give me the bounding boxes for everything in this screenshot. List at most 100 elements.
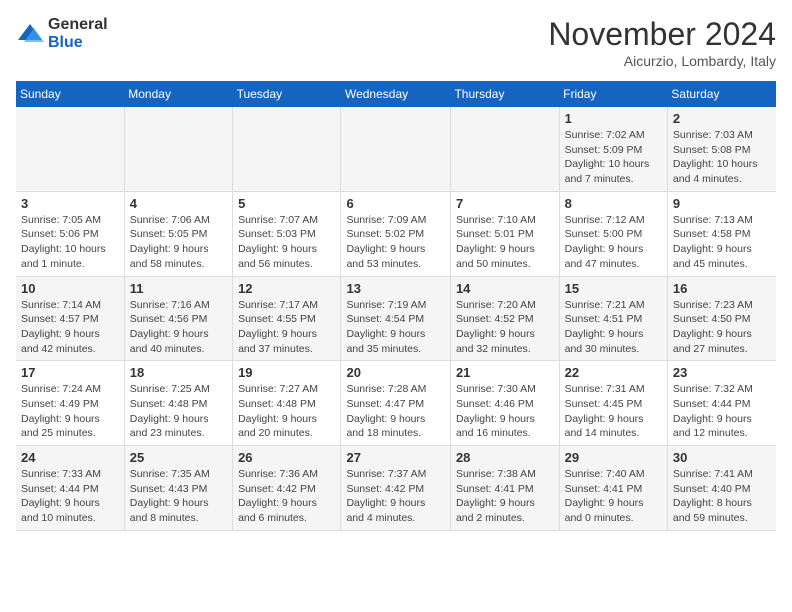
calendar-cell: 5 Sunrise: 7:07 AM Sunset: 5:03 PM Daylig… — [233, 191, 341, 276]
day-info: Sunrise: 7:17 AM Sunset: 4:55 PM Dayligh… — [238, 298, 335, 357]
calendar-cell: 18 Sunrise: 7:25 AM Sunset: 4:48 PM Dayli… — [124, 361, 232, 446]
day-info: Sunrise: 7:06 AM Sunset: 5:05 PM Dayligh… — [130, 213, 227, 272]
calendar-cell: 25Sunrise: 7:35 AM Sunset: 4:43 PM Dayli… — [124, 446, 232, 531]
weekday-header-monday: Monday — [124, 81, 232, 107]
day-info: Sunrise: 7:30 AM Sunset: 4:46 PM Dayligh… — [456, 382, 554, 441]
location: Aicurzio, Lombardy, Italy — [548, 53, 776, 69]
calendar-cell: 3 Sunrise: 7:05 AM Sunset: 5:06 PM Daylig… — [16, 191, 124, 276]
day-number: 21 — [456, 365, 554, 380]
logo-icon — [16, 20, 44, 48]
calendar-cell: 4Sunrise: 7:06 AM Sunset: 5:05 PM Daylig… — [124, 191, 232, 276]
weekday-header-friday: Friday — [559, 81, 667, 107]
calendar-cell: 23Sunrise: 7:32 AM Sunset: 4:44 PM Dayli… — [667, 361, 776, 446]
day-info: Sunrise: 7:20 AM Sunset: 4:52 PM Dayligh… — [456, 298, 554, 357]
day-number: 13 — [346, 281, 444, 296]
day-number: 26 — [238, 450, 335, 465]
day-info: Sunrise: 7:02 AM Sunset: 5:09 PM Dayligh… — [565, 128, 662, 187]
logo: General Blue — [16, 16, 108, 51]
logo-blue-text: Blue — [48, 34, 108, 52]
weekday-header-wednesday: Wednesday — [341, 81, 450, 107]
calendar-cell: 10 Sunrise: 7:14 AM Sunset: 4:57 PM Dayli… — [16, 276, 124, 361]
calendar-cell: 20 Sunrise: 7:28 AM Sunset: 4:47 PM Dayli… — [341, 361, 450, 446]
calendar-cell: 9 Sunrise: 7:13 AM Sunset: 4:58 PM Daylig… — [667, 191, 776, 276]
day-number: 30 — [673, 450, 771, 465]
day-info: Sunrise: 7:25 AM Sunset: 4:48 PM Dayligh… — [130, 382, 227, 441]
calendar-week-3: 17Sunrise: 7:24 AM Sunset: 4:49 PM Dayli… — [16, 361, 776, 446]
day-number: 10 — [21, 281, 119, 296]
day-info: Sunrise: 7:09 AM Sunset: 5:02 PM Dayligh… — [346, 213, 444, 272]
day-info: Sunrise: 7:23 AM Sunset: 4:50 PM Dayligh… — [673, 298, 771, 357]
day-number: 14 — [456, 281, 554, 296]
day-info: Sunrise: 7:05 AM Sunset: 5:06 PM Dayligh… — [21, 213, 119, 272]
day-number: 29 — [565, 450, 662, 465]
day-number: 9 — [673, 196, 771, 211]
calendar-cell: 27 Sunrise: 7:37 AM Sunset: 4:42 PM Dayli… — [341, 446, 450, 531]
calendar-cell: 2 Sunrise: 7:03 AM Sunset: 5:08 PM Daylig… — [667, 107, 776, 191]
calendar-cell: 7 Sunrise: 7:10 AM Sunset: 5:01 PM Daylig… — [450, 191, 559, 276]
day-info: Sunrise: 7:37 AM Sunset: 4:42 PM Dayligh… — [346, 467, 444, 526]
day-number: 8 — [565, 196, 662, 211]
day-info: Sunrise: 7:13 AM Sunset: 4:58 PM Dayligh… — [673, 213, 771, 272]
calendar-cell: 14 Sunrise: 7:20 AM Sunset: 4:52 PM Dayli… — [450, 276, 559, 361]
calendar-cell: 29 Sunrise: 7:40 AM Sunset: 4:41 PM Dayli… — [559, 446, 667, 531]
weekday-header-thursday: Thursday — [450, 81, 559, 107]
calendar-table: SundayMondayTuesdayWednesdayThursdayFrid… — [16, 81, 776, 531]
day-number: 24 — [21, 450, 119, 465]
calendar-week-2: 10 Sunrise: 7:14 AM Sunset: 4:57 PM Dayli… — [16, 276, 776, 361]
day-number: 15 — [565, 281, 662, 296]
day-number: 28 — [456, 450, 554, 465]
day-info: Sunrise: 7:35 AM Sunset: 4:43 PM Dayligh… — [130, 467, 227, 526]
day-info: Sunrise: 7:33 AM Sunset: 4:44 PM Dayligh… — [21, 467, 119, 526]
calendar-cell — [450, 107, 559, 191]
calendar-cell: 8 Sunrise: 7:12 AM Sunset: 5:00 PM Daylig… — [559, 191, 667, 276]
calendar-cell: 21 Sunrise: 7:30 AM Sunset: 4:46 PM Dayli… — [450, 361, 559, 446]
day-info: Sunrise: 7:41 AM Sunset: 4:40 PM Dayligh… — [673, 467, 771, 526]
day-number: 12 — [238, 281, 335, 296]
calendar-cell — [233, 107, 341, 191]
day-info: Sunrise: 7:38 AM Sunset: 4:41 PM Dayligh… — [456, 467, 554, 526]
day-info: Sunrise: 7:03 AM Sunset: 5:08 PM Dayligh… — [673, 128, 771, 187]
day-number: 2 — [673, 111, 771, 126]
day-info: Sunrise: 7:12 AM Sunset: 5:00 PM Dayligh… — [565, 213, 662, 272]
day-info: Sunrise: 7:36 AM Sunset: 4:42 PM Dayligh… — [238, 467, 335, 526]
calendar-cell: 26 Sunrise: 7:36 AM Sunset: 4:42 PM Dayli… — [233, 446, 341, 531]
page-header: General Blue November 2024 Aicurzio, Lom… — [16, 16, 776, 69]
calendar-cell: 11Sunrise: 7:16 AM Sunset: 4:56 PM Dayli… — [124, 276, 232, 361]
calendar-cell — [124, 107, 232, 191]
day-info: Sunrise: 7:16 AM Sunset: 4:56 PM Dayligh… — [130, 298, 227, 357]
day-info: Sunrise: 7:28 AM Sunset: 4:47 PM Dayligh… — [346, 382, 444, 441]
day-info: Sunrise: 7:31 AM Sunset: 4:45 PM Dayligh… — [565, 382, 662, 441]
day-info: Sunrise: 7:27 AM Sunset: 4:48 PM Dayligh… — [238, 382, 335, 441]
day-number: 22 — [565, 365, 662, 380]
day-number: 6 — [346, 196, 444, 211]
day-info: Sunrise: 7:32 AM Sunset: 4:44 PM Dayligh… — [673, 382, 771, 441]
calendar-cell: 28 Sunrise: 7:38 AM Sunset: 4:41 PM Dayli… — [450, 446, 559, 531]
day-number: 20 — [346, 365, 444, 380]
day-info: Sunrise: 7:40 AM Sunset: 4:41 PM Dayligh… — [565, 467, 662, 526]
calendar-cell: 15 Sunrise: 7:21 AM Sunset: 4:51 PM Dayli… — [559, 276, 667, 361]
calendar-cell: 16 Sunrise: 7:23 AM Sunset: 4:50 PM Dayli… — [667, 276, 776, 361]
day-info: Sunrise: 7:14 AM Sunset: 4:57 PM Dayligh… — [21, 298, 119, 357]
title-block: November 2024 Aicurzio, Lombardy, Italy — [548, 16, 776, 69]
day-number: 3 — [21, 196, 119, 211]
calendar-cell: 17Sunrise: 7:24 AM Sunset: 4:49 PM Dayli… — [16, 361, 124, 446]
day-number: 16 — [673, 281, 771, 296]
calendar-cell: 22 Sunrise: 7:31 AM Sunset: 4:45 PM Dayli… — [559, 361, 667, 446]
day-number: 27 — [346, 450, 444, 465]
day-info: Sunrise: 7:07 AM Sunset: 5:03 PM Dayligh… — [238, 213, 335, 272]
calendar-week-1: 3 Sunrise: 7:05 AM Sunset: 5:06 PM Daylig… — [16, 191, 776, 276]
day-info: Sunrise: 7:21 AM Sunset: 4:51 PM Dayligh… — [565, 298, 662, 357]
calendar-cell: 19 Sunrise: 7:27 AM Sunset: 4:48 PM Dayli… — [233, 361, 341, 446]
day-number: 7 — [456, 196, 554, 211]
calendar-header-row: SundayMondayTuesdayWednesdayThursdayFrid… — [16, 81, 776, 107]
calendar-cell: 13 Sunrise: 7:19 AM Sunset: 4:54 PM Dayli… — [341, 276, 450, 361]
day-info: Sunrise: 7:10 AM Sunset: 5:01 PM Dayligh… — [456, 213, 554, 272]
logo-general-text: General — [48, 16, 108, 34]
day-info: Sunrise: 7:19 AM Sunset: 4:54 PM Dayligh… — [346, 298, 444, 357]
day-number: 18 — [130, 365, 227, 380]
day-number: 1 — [565, 111, 662, 126]
day-number: 5 — [238, 196, 335, 211]
calendar-cell: 30 Sunrise: 7:41 AM Sunset: 4:40 PM Dayli… — [667, 446, 776, 531]
day-number: 19 — [238, 365, 335, 380]
weekday-header-sunday: Sunday — [16, 81, 124, 107]
